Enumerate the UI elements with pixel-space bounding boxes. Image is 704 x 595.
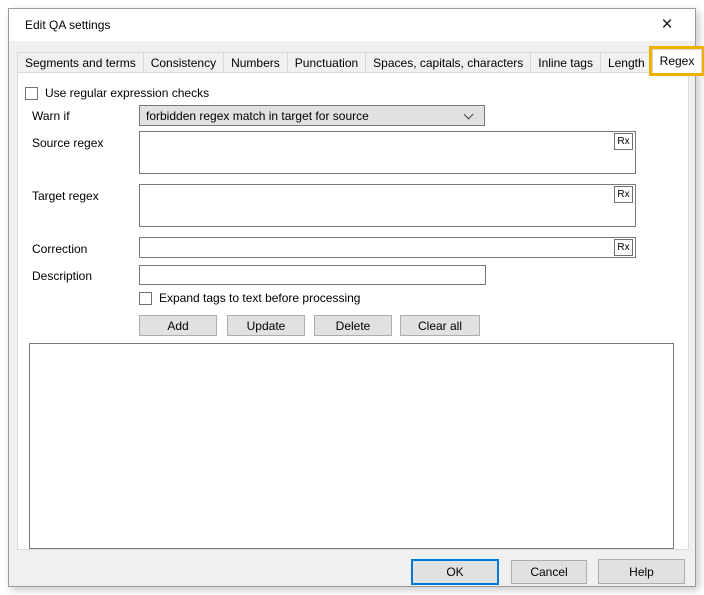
warn-if-selected-value: forbidden regex match in target for sour… xyxy=(146,109,465,123)
tab-punctuation[interactable]: Punctuation xyxy=(287,52,366,73)
tab-length[interactable]: Length xyxy=(600,52,653,73)
correction-rx-button[interactable]: Rx xyxy=(614,239,633,256)
update-button[interactable]: Update xyxy=(227,315,305,336)
add-button[interactable]: Add xyxy=(139,315,217,336)
source-regex-textarea[interactable] xyxy=(139,131,636,174)
target-regex-rx-button[interactable]: Rx xyxy=(614,186,633,203)
correction-label: Correction xyxy=(32,242,87,256)
tab-inline-tags[interactable]: Inline tags xyxy=(530,52,601,73)
tab-strip: Segments and terms Consistency Numbers P… xyxy=(17,49,704,73)
source-regex-rx-button[interactable]: Rx xyxy=(614,133,633,150)
chevron-down-icon xyxy=(464,109,474,119)
use-regex-checkbox-row: Use regular expression checks xyxy=(25,86,209,100)
warn-if-label: Warn if xyxy=(32,109,70,123)
tab-regex[interactable]: Regex xyxy=(652,49,703,73)
tab-numbers[interactable]: Numbers xyxy=(223,52,288,73)
clear-all-button[interactable]: Clear all xyxy=(400,315,480,336)
close-icon[interactable]: × xyxy=(649,11,685,39)
tab-consistency[interactable]: Consistency xyxy=(143,52,224,73)
use-regex-checkbox-label: Use regular expression checks xyxy=(45,86,209,100)
correction-input[interactable] xyxy=(139,237,636,258)
warn-if-dropdown[interactable]: forbidden regex match in target for sour… xyxy=(139,105,485,126)
tab-spaces-capitals-characters[interactable]: Spaces, capitals, characters xyxy=(365,52,531,73)
regex-rules-list[interactable] xyxy=(29,343,674,549)
description-label: Description xyxy=(32,269,92,283)
source-regex-label: Source regex xyxy=(32,136,103,150)
target-regex-label: Target regex xyxy=(32,189,99,203)
target-regex-textarea[interactable] xyxy=(139,184,636,227)
title-bar: Edit QA settings × xyxy=(9,9,695,41)
dialog-title: Edit QA settings xyxy=(25,9,110,41)
cancel-button[interactable]: Cancel xyxy=(511,560,587,584)
expand-tags-checkbox-label: Expand tags to text before processing xyxy=(159,291,360,305)
use-regex-checkbox[interactable] xyxy=(25,87,38,100)
tab-segments-and-terms[interactable]: Segments and terms xyxy=(17,52,144,73)
help-button[interactable]: Help xyxy=(598,559,685,584)
expand-tags-checkbox-row: Expand tags to text before processing xyxy=(139,291,360,305)
ok-button[interactable]: OK xyxy=(411,559,499,585)
edit-qa-settings-dialog: Edit QA settings × Segments and terms Co… xyxy=(8,8,696,587)
description-input[interactable] xyxy=(139,265,486,285)
regex-tab-page: Use regular expression checks Warn if fo… xyxy=(17,72,689,550)
delete-button[interactable]: Delete xyxy=(314,315,392,336)
expand-tags-checkbox[interactable] xyxy=(139,292,152,305)
